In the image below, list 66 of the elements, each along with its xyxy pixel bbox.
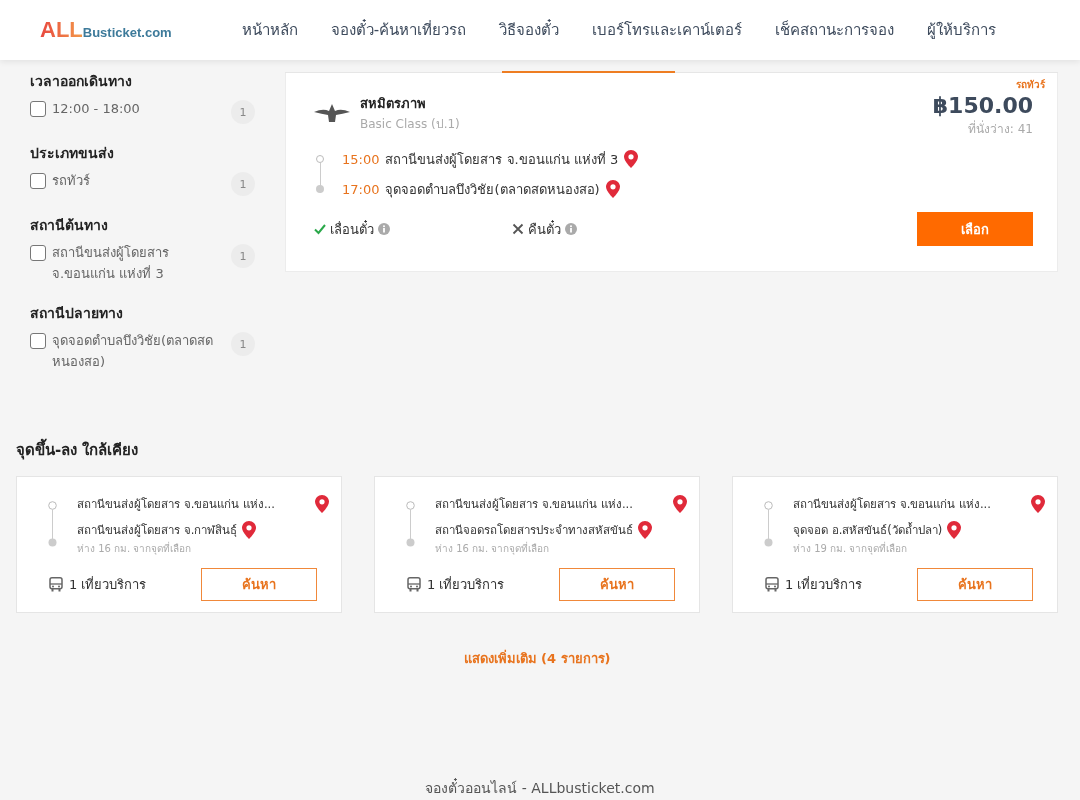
trip-count: 1 เที่ยวบริการ <box>69 575 147 594</box>
policy-label: เลื่อนตั๋ว <box>330 219 374 239</box>
policy-label: คืนตั๋ว <box>528 219 561 239</box>
bus-icon <box>49 577 63 592</box>
nav-link[interactable]: ผู้ให้บริการ <box>927 18 997 42</box>
bus-icon <box>407 577 421 592</box>
trip-count: 1 เที่ยวบริการ <box>785 575 863 594</box>
seats-available: ที่นั่งว่าง: 41 <box>966 119 1033 138</box>
destination-stop: สถานีจอดรถโดยสารประจำทางสหัสขันธ์ <box>435 522 633 539</box>
checkbox[interactable] <box>30 101 46 117</box>
nav-link[interactable]: จองตั๋ว-ค้นหาเที่ยวรถ <box>330 18 467 42</box>
filter-option-label: 12:00 - 18:00 <box>52 100 141 118</box>
footer-text: จองตั๋วออนไลน์ - ALLbusticket.com <box>425 780 655 796</box>
origin-stop: สถานีขนส่งผู้โดยสาร จ.ขอนแก่น แห่ง... <box>77 496 275 513</box>
destination-stop: จุดจอด อ.สหัสขันธ์(วัดถ้ำปลา) <box>793 521 943 539</box>
stop-name: สถานีขนส่งผู้โดยสาร จ.ขอนแก่น แห่งที่ 3 <box>385 150 619 170</box>
origin-stop: สถานีขนส่งผู้โดยสาร จ.ขอนแก่น แห่ง... <box>793 496 991 513</box>
info-icon[interactable] <box>565 223 577 235</box>
distance-note: ห่าง 19 กม. จากจุดที่เลือก <box>792 541 909 556</box>
count-badge: 1 <box>231 172 255 196</box>
stop-time: 15:00 <box>342 151 380 167</box>
stop-name: จุดจอดตำบลบึงวิชัย(ตลาดสดหนองสอ) <box>385 180 600 200</box>
nav-link[interactable]: เบอร์โทรและเคาน์เตอร์ <box>592 18 743 42</box>
ticket-price: ฿150.00 <box>932 93 1033 119</box>
nav-link[interactable]: หน้าหลัก <box>241 18 298 42</box>
filter-option-label: จุดจอดตำบลบึงวิชัย(ตลาดสดหนองสอ) <box>52 332 215 371</box>
winged-emblem-icon <box>314 102 350 124</box>
filter-heading: สถานีต้นทาง <box>30 216 109 235</box>
checkbox[interactable] <box>30 333 46 349</box>
map-pin-icon <box>1031 495 1045 513</box>
filter-heading: สถานีปลายทาง <box>30 304 124 323</box>
map-pin-icon <box>624 150 639 168</box>
map-pin-icon <box>638 521 652 539</box>
section-title: จุดขึ้น-ลง ใกล้เคียง <box>16 438 1058 462</box>
map-pin-icon <box>947 521 962 539</box>
checkbox[interactable] <box>30 173 46 189</box>
bus-class: Basic Class (ป.1) <box>360 116 460 133</box>
bus-icon <box>765 577 779 592</box>
count-badge: 1 <box>231 332 255 356</box>
stop-time: 17:00 <box>342 181 380 197</box>
timeline-dot <box>316 155 324 163</box>
filter-option-label: รถทัวร์ <box>52 172 91 190</box>
destination-stop: สถานีขนส่งผู้โดยสาร จ.กาฬสินธุ์ <box>77 522 238 539</box>
nav-link[interactable]: เช็คสถานะการจอง <box>775 18 895 42</box>
filter-heading: ประเภทขนส่ง <box>30 144 115 163</box>
map-pin-icon <box>242 521 257 539</box>
checkbox[interactable] <box>30 245 46 261</box>
map-pin-icon <box>315 495 329 513</box>
map-pin-icon <box>605 180 620 198</box>
origin-stop: สถานีขนส่งผู้โดยสาร จ.ขอนแก่น แห่ง... <box>435 496 633 513</box>
info-icon[interactable] <box>378 223 390 235</box>
count-badge: 1 <box>231 100 255 124</box>
route-timeline <box>48 501 57 547</box>
filter-option-label: สถานีขนส่งผู้โดยสาร จ.ขอนแก่น แห่งที่ 3 <box>52 244 170 283</box>
map-pin-icon <box>673 495 687 513</box>
route-timeline <box>764 501 773 547</box>
operator-name: สหมิตรภาพ <box>360 95 427 113</box>
filter-heading: เวลาออกเดินทาง <box>30 72 133 91</box>
distance-note: ห่าง 16 กม. จากจุดที่เลือก <box>76 541 193 556</box>
site-logo[interactable]: ALLBusticket.com <box>40 17 172 43</box>
trip-count: 1 เที่ยวบริการ <box>427 575 505 594</box>
count-badge: 1 <box>231 244 255 268</box>
distance-note: ห่าง 16 กม. จากจุดที่เลือก <box>434 541 551 556</box>
bus-type-label: รถทัวร์ <box>1016 78 1045 92</box>
nav-link[interactable]: วิธีจองตั๋ว <box>499 18 560 42</box>
route-timeline <box>406 501 415 547</box>
